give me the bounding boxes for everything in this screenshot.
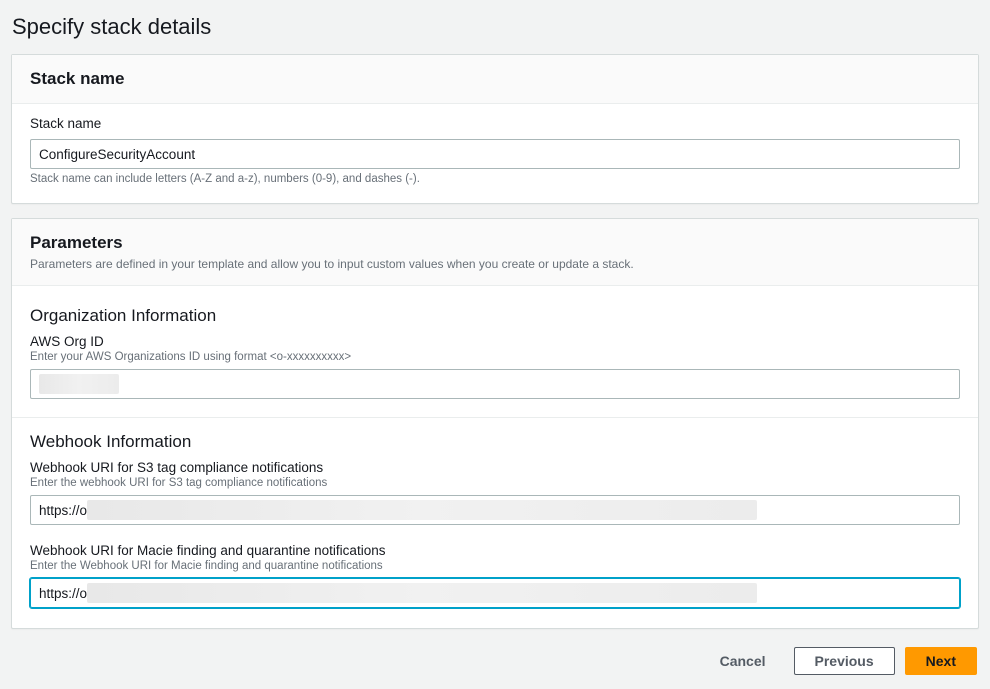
aws-org-id-desc: Enter your AWS Organizations ID using fo… (30, 351, 960, 363)
aws-org-id-input[interactable] (30, 369, 960, 399)
webhook-macie-desc: Enter the Webhook URI for Macie finding … (30, 560, 960, 572)
stack-name-input[interactable] (30, 139, 960, 169)
aws-org-id-block: AWS Org ID Enter your AWS Organizations … (30, 334, 960, 399)
webhook-s3-block: Webhook URI for S3 tag compliance notifi… (30, 460, 960, 525)
divider (12, 417, 978, 418)
org-info-title: Organization Information (30, 306, 960, 326)
webhook-s3-label: Webhook URI for S3 tag compliance notifi… (30, 460, 960, 475)
previous-button[interactable]: Previous (794, 647, 895, 675)
webhook-s3-input[interactable]: https://o (30, 495, 960, 525)
webhook-macie-prefix: https://o (35, 586, 87, 601)
parameters-description: Parameters are defined in your template … (30, 257, 960, 271)
webhook-info-title: Webhook Information (30, 432, 960, 452)
redacted-value (39, 374, 119, 394)
stack-name-header: Stack name (12, 55, 978, 104)
redacted-value (87, 583, 757, 603)
redacted-value (87, 500, 757, 520)
webhook-macie-block: Webhook URI for Macie finding and quaran… (30, 543, 960, 608)
footer-actions: Cancel Previous Next (11, 643, 979, 675)
next-button[interactable]: Next (905, 647, 977, 675)
webhook-macie-label: Webhook URI for Macie finding and quaran… (30, 543, 960, 558)
stack-name-hint: Stack name can include letters (A-Z and … (30, 173, 960, 185)
parameters-heading: Parameters (30, 233, 960, 253)
webhook-s3-prefix: https://o (35, 503, 87, 518)
stack-name-heading: Stack name (30, 69, 960, 89)
stack-name-panel: Stack name Stack name Stack name can inc… (11, 54, 979, 204)
webhook-s3-desc: Enter the webhook URI for S3 tag complia… (30, 477, 960, 489)
cancel-button[interactable]: Cancel (702, 647, 784, 675)
page-title: Specify stack details (12, 14, 979, 40)
webhook-macie-input[interactable]: https://o (30, 578, 960, 608)
stack-name-label: Stack name (30, 116, 960, 131)
parameters-header: Parameters Parameters are defined in you… (12, 219, 978, 286)
aws-org-id-label: AWS Org ID (30, 334, 960, 349)
parameters-panel: Parameters Parameters are defined in you… (11, 218, 979, 629)
